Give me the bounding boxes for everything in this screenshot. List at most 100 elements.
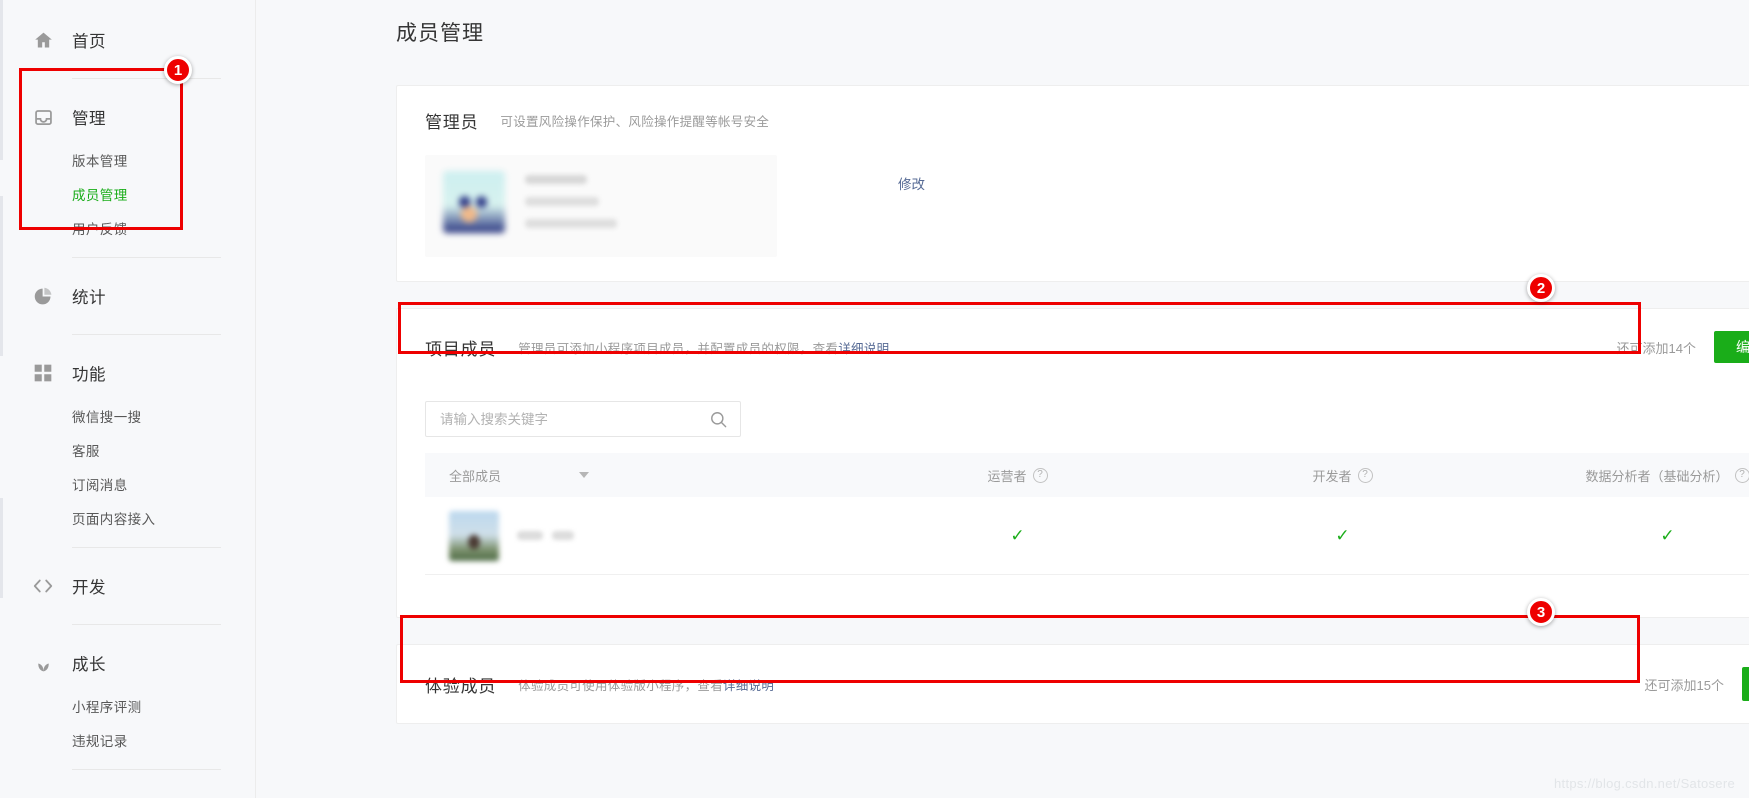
sidebar-item-develop[interactable]: 开发	[0, 560, 255, 612]
experience-members-header-actions: 还可添加15个 添加	[1645, 667, 1749, 701]
members-table-header: 全部成员 运营者 ? 开发者 ? 数据分析者（基础分析） ?	[425, 453, 1749, 497]
avatar	[449, 510, 499, 561]
sidebar-divider	[72, 769, 221, 770]
sidebar-group-features: 功能 微信搜一搜 客服 订阅消息 页面内容接入	[0, 347, 255, 548]
chevron-down-icon[interactable]	[579, 472, 590, 478]
experience-members-desc-text: 体验成员可使用体验版小程序，查看	[518, 678, 724, 693]
experience-members-card: 体验成员 体验成员可使用体验版小程序，查看详细说明 还可添加15个 添加	[396, 644, 1749, 724]
check-icon: ✓	[1335, 526, 1350, 545]
annotation-badge-3: 3	[1527, 598, 1555, 626]
sidebar-item-violation-record[interactable]: 违规记录	[0, 723, 255, 757]
table-row[interactable]: ✓ ✓ ✓	[425, 497, 1749, 575]
sidebar-item-growth-label: 成长	[72, 656, 106, 674]
watermark: https://blog.csdn.net/Satosere	[1554, 776, 1735, 791]
edit-button[interactable]: 编辑	[1714, 331, 1749, 363]
sidebar-item-develop-label: 开发	[72, 579, 106, 597]
check-icon: ✓	[1010, 526, 1025, 545]
search-icon[interactable]	[709, 410, 728, 429]
column-operator: 运营者 ?	[855, 466, 1180, 485]
avatar	[443, 171, 505, 233]
page-title: 成员管理	[396, 22, 484, 45]
sidebar-item-miniprogram-review[interactable]: 小程序评测	[0, 689, 255, 723]
help-icon[interactable]: ?	[1357, 467, 1373, 483]
sidebar-item-manage-label: 管理	[72, 110, 106, 128]
column-data-analyst: 数据分析者（基础分析） ?	[1505, 466, 1749, 485]
sidebar-item-features[interactable]: 功能	[0, 347, 255, 399]
app-root: 首页 管理 版本管理 成员管理 用户反馈 统计 功能 微信搜一搜 客服 订阅消息…	[0, 0, 1749, 798]
sidebar-group-growth: 成长 小程序评测 违规记录	[0, 637, 255, 770]
project-members-detail-link[interactable]: 详细说明	[838, 342, 889, 356]
project-members-title: 项目成员	[425, 339, 497, 359]
sidebar: 首页 管理 版本管理 成员管理 用户反馈 统计 功能 微信搜一搜 客服 订阅消息…	[0, 0, 256, 798]
admin-nickname	[525, 175, 587, 184]
sidebar-item-home[interactable]: 首页	[0, 14, 255, 66]
help-icon[interactable]: ?	[1032, 467, 1048, 483]
admin-info-block: 修改	[425, 155, 925, 257]
sidebar-item-customer-service[interactable]: 客服	[0, 433, 255, 467]
sidebar-group-manage: 管理 版本管理 成员管理 用户反馈	[0, 91, 255, 258]
sidebar-group-statistics: 统计	[0, 270, 255, 335]
admin-info-text	[525, 171, 617, 241]
sidebar-item-subscription-message[interactable]: 订阅消息	[0, 467, 255, 501]
sidebar-divider	[72, 78, 221, 79]
column-all-members-label: 全部成员	[449, 468, 502, 484]
modify-admin-link[interactable]: 修改	[898, 173, 925, 193]
admin-card-body: 修改	[397, 155, 1749, 281]
admin-account	[525, 197, 599, 206]
sidebar-divider	[72, 624, 221, 625]
main-content: 成员管理 管理员 可设置风险操作保护、风险操作提醒等帐号安全 修改 项目成员 管…	[256, 0, 1749, 798]
project-members-header: 项目成员 管理员可添加小程序项目成员，并配置成员的权限，查看详细说明 还可添加1…	[397, 309, 1749, 385]
sidebar-item-home-label: 首页	[72, 33, 106, 51]
members-table: 全部成员 运营者 ? 开发者 ? 数据分析者（基础分析） ? ✓ ✓ ✓	[425, 453, 1749, 617]
admin-card: 管理员 可设置风险操作保护、风险操作提醒等帐号安全 修改	[396, 85, 1749, 282]
project-members-desc: 管理员可添加小程序项目成员，并配置成员的权限，查看详细说明	[518, 338, 889, 357]
sidebar-item-page-content-access[interactable]: 页面内容接入	[0, 501, 255, 535]
sidebar-item-manage[interactable]: 管理	[0, 91, 255, 143]
admin-bind-date	[525, 219, 617, 228]
grid-icon	[32, 362, 54, 384]
sidebar-item-statistics[interactable]: 统计	[0, 270, 255, 322]
sidebar-item-statistics-label: 统计	[72, 289, 106, 307]
column-data-analyst-label: 数据分析者（基础分析）	[1585, 468, 1729, 484]
sidebar-item-member-manage[interactable]: 成员管理	[0, 177, 255, 211]
search-box[interactable]	[425, 401, 741, 437]
member-operator-cell: ✓	[855, 527, 1180, 544]
sidebar-scroll-indicator-3[interactable]	[0, 498, 3, 598]
sidebar-item-wechat-search[interactable]: 微信搜一搜	[0, 399, 255, 433]
inbox-icon	[32, 106, 54, 128]
sidebar-divider	[72, 334, 221, 335]
sidebar-item-growth[interactable]: 成长	[0, 637, 255, 689]
sidebar-scroll-indicator-2[interactable]	[0, 196, 3, 356]
column-all-members[interactable]: 全部成员	[425, 466, 855, 485]
check-icon: ✓	[1660, 526, 1675, 545]
sidebar-scroll-indicator-1[interactable]	[0, 0, 3, 160]
sidebar-divider	[72, 547, 221, 548]
experience-members-desc: 体验成员可使用体验版小程序，查看详细说明	[518, 675, 774, 694]
sidebar-item-user-feedback[interactable]: 用户反馈	[0, 211, 255, 245]
experience-members-detail-link[interactable]: 详细说明	[723, 679, 774, 693]
admin-card-desc: 可设置风险操作保护、风险操作提醒等帐号安全	[500, 115, 770, 129]
pie-chart-icon	[32, 285, 54, 307]
experience-members-header: 体验成员 体验成员可使用体验版小程序，查看详细说明 还可添加15个 添加	[397, 645, 1749, 723]
column-developer-label: 开发者	[1312, 468, 1352, 484]
sidebar-divider	[72, 257, 221, 258]
sidebar-item-promotion[interactable]: 推广	[0, 782, 255, 798]
annotation-badge-2: 2	[1527, 274, 1555, 302]
annotation-badge-1: 1	[164, 56, 192, 84]
sidebar-item-features-label: 功能	[72, 366, 106, 384]
sidebar-group-develop: 开发	[0, 560, 255, 625]
column-operator-label: 运营者	[987, 468, 1027, 484]
admin-card-header: 管理员 可设置风险操作保护、风险操作提醒等帐号安全	[397, 86, 1749, 155]
member-search-area	[397, 385, 1749, 447]
search-input[interactable]	[440, 411, 709, 427]
add-button[interactable]: 添加	[1742, 667, 1749, 701]
content-area: 管理员 可设置风险操作保护、风险操作提醒等帐号安全 修改 项目成员 管理员可添加…	[256, 47, 1749, 724]
help-icon[interactable]: ?	[1734, 467, 1749, 483]
sidebar-item-version-manage[interactable]: 版本管理	[0, 143, 255, 177]
experience-members-title: 体验成员	[425, 676, 497, 696]
sprout-icon	[32, 652, 54, 674]
admin-card-title: 管理员	[425, 113, 479, 132]
project-members-card: 项目成员 管理员可添加小程序项目成员，并配置成员的权限，查看详细说明 还可添加1…	[396, 308, 1749, 618]
sidebar-group-home: 首页	[0, 14, 255, 79]
project-members-quota: 还可添加14个	[1616, 340, 1696, 356]
